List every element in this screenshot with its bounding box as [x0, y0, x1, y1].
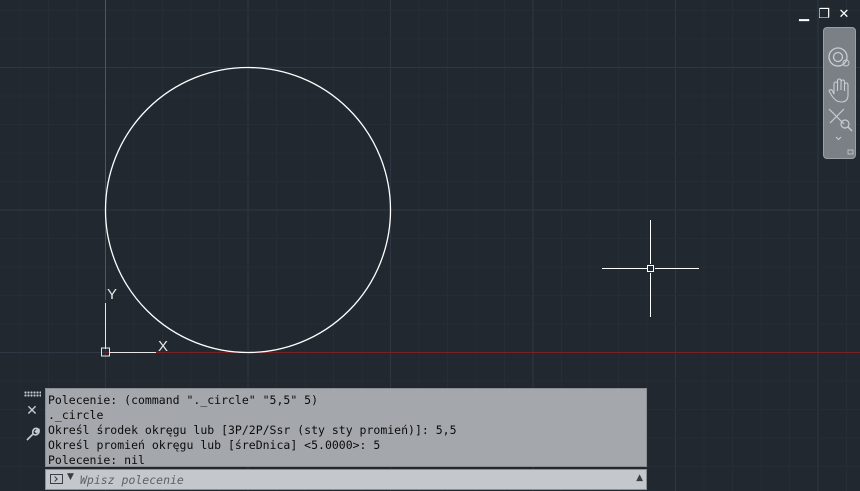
history-line: ._circle: [48, 408, 104, 422]
zoom-extents-icon[interactable]: [828, 108, 853, 132]
ucs-y-label: Y: [107, 286, 117, 303]
history-line: Określ środek okręgu lub [3P/2P/Ssr (sty…: [48, 423, 457, 437]
crosshair-cursor: [602, 220, 699, 317]
minimize-button[interactable]: ▁: [798, 8, 810, 22]
steering-wheel-icon[interactable]: [828, 47, 850, 67]
command-history: Polecenie: (command "._circle" "5,5" 5) …: [45, 388, 647, 467]
close-button[interactable]: ✕: [838, 8, 850, 22]
recent-commands-dropdown[interactable]: ▼: [67, 472, 74, 482]
close-icon[interactable]: ✕: [24, 403, 40, 419]
window-controls: ▁ ❐ ✕: [798, 8, 850, 22]
ucs-x-label: X: [158, 338, 168, 355]
chevron-down-icon[interactable]: [835, 136, 842, 141]
history-line: Określ promień okręgu lub [śreDnica] <5.…: [48, 438, 381, 452]
restore-button[interactable]: ❐: [818, 8, 830, 22]
command-line-sidebar: ✕: [20, 387, 44, 479]
wrench-icon[interactable]: [24, 426, 40, 442]
command-input[interactable]: [80, 471, 630, 488]
history-toggle-button[interactable]: ▲: [636, 473, 643, 483]
pan-icon[interactable]: [828, 78, 849, 103]
navigation-bar: [823, 27, 856, 159]
command-prompt-icon[interactable]: [50, 474, 63, 484]
navbar-menu-icon[interactable]: [847, 149, 854, 155]
drag-grip[interactable]: [24, 391, 41, 397]
command-input-bar: ▼ ▲: [45, 469, 647, 490]
history-line: Polecenie: (command "._circle" "5,5" 5): [48, 393, 319, 407]
history-line: Polecenie: nil: [48, 453, 145, 467]
